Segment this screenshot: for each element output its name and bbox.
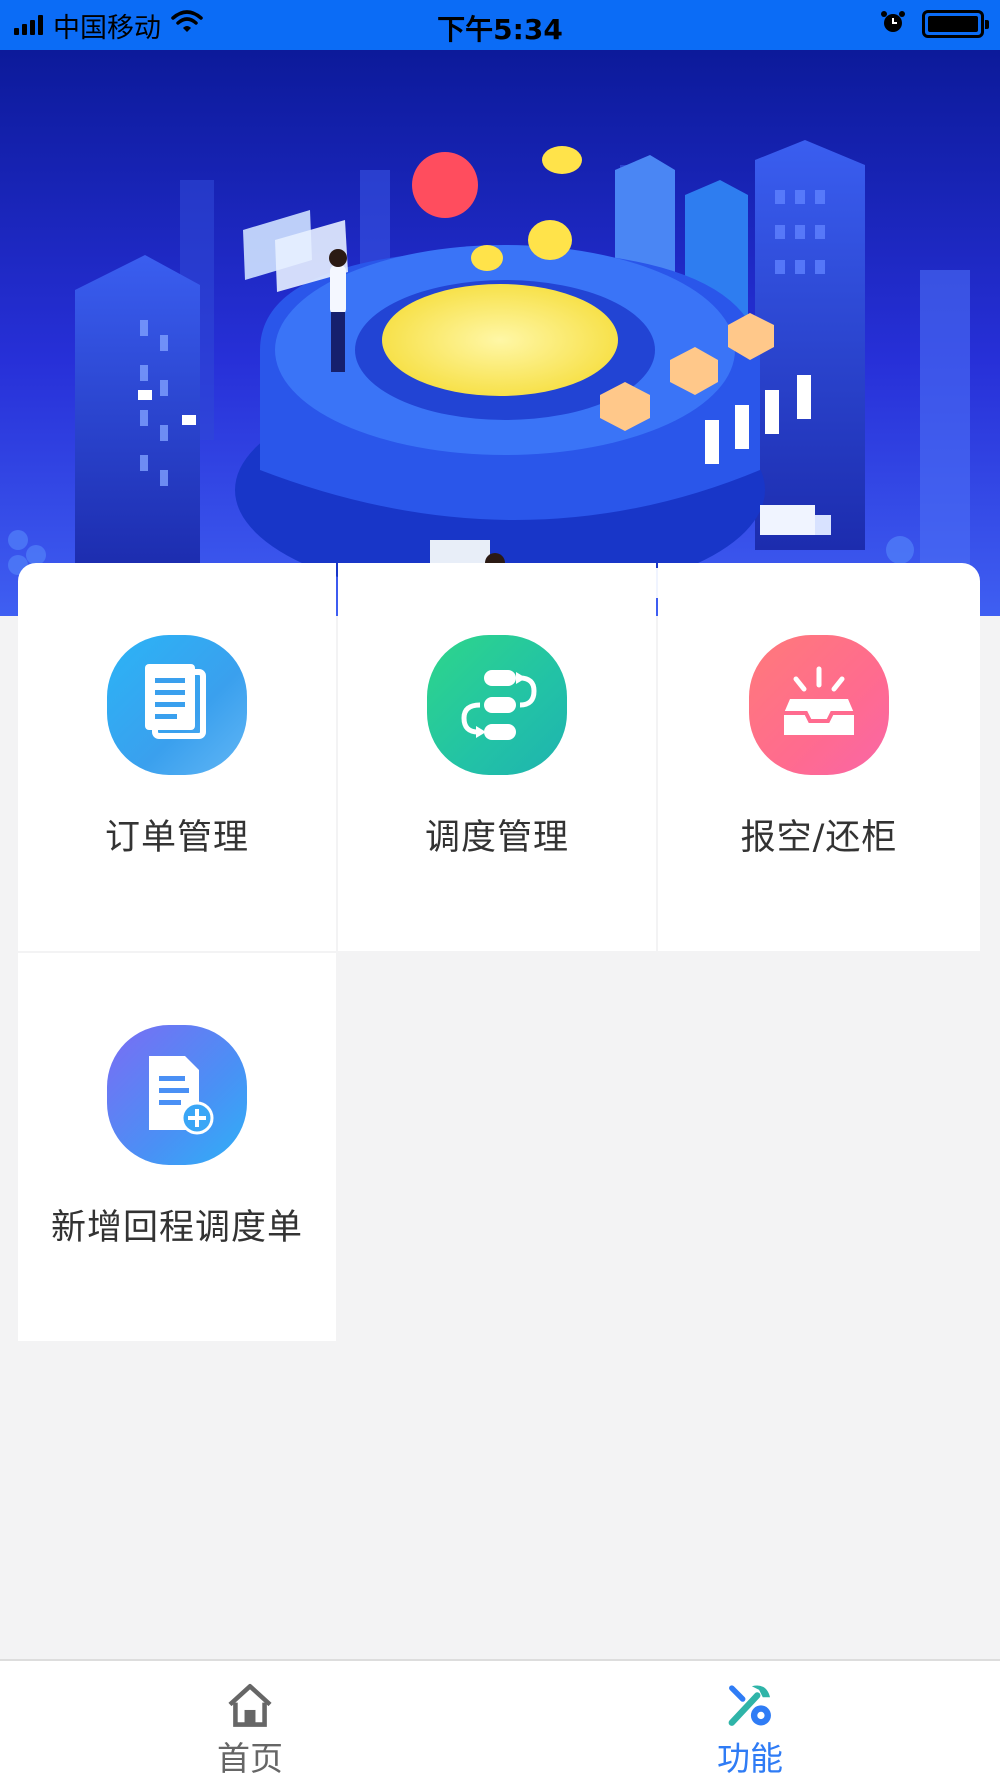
tools-icon: [728, 1685, 771, 1726]
function-grid: 订单管理 调度管理 报空/还柜 新增回程调度单: [18, 563, 980, 1341]
inbox-icon: [749, 635, 889, 775]
dispatch-management-label: 调度管理: [424, 818, 569, 858]
tab-home[interactable]: 首页: [100, 1661, 400, 1778]
document-icon: [107, 635, 247, 775]
add-return-dispatch-tile[interactable]: 新增回程调度单: [18, 953, 336, 1341]
add-document-icon: [107, 1025, 247, 1165]
add-return-dispatch-label: 新增回程调度单: [50, 1208, 303, 1248]
dispatch-management-tile[interactable]: 调度管理: [338, 563, 656, 951]
report-empty-return-label: 报空/还柜: [740, 818, 898, 858]
status-right: [880, 9, 989, 39]
alarm-icon: [880, 9, 906, 39]
flow-icon: [427, 635, 567, 775]
home-icon: [228, 1684, 272, 1727]
battery-icon: [922, 10, 989, 38]
status-bar: 中国移动 下午5:34: [0, 0, 1000, 50]
clock-label: 下午5:34: [437, 13, 563, 46]
order-management-label: 订单管理: [104, 818, 249, 858]
city-illustration: [0, 50, 1000, 616]
bottom-tab-bar: 首页 功能: [0, 1659, 1000, 1778]
report-empty-return-tile[interactable]: 报空/还柜: [658, 563, 980, 951]
tab-functions[interactable]: 功能: [600, 1661, 900, 1778]
hero-banner: [0, 50, 1000, 616]
order-management-tile[interactable]: 订单管理: [18, 563, 336, 951]
tab-functions-label: 功能: [717, 1739, 783, 1778]
tab-home-label: 首页: [217, 1739, 283, 1778]
